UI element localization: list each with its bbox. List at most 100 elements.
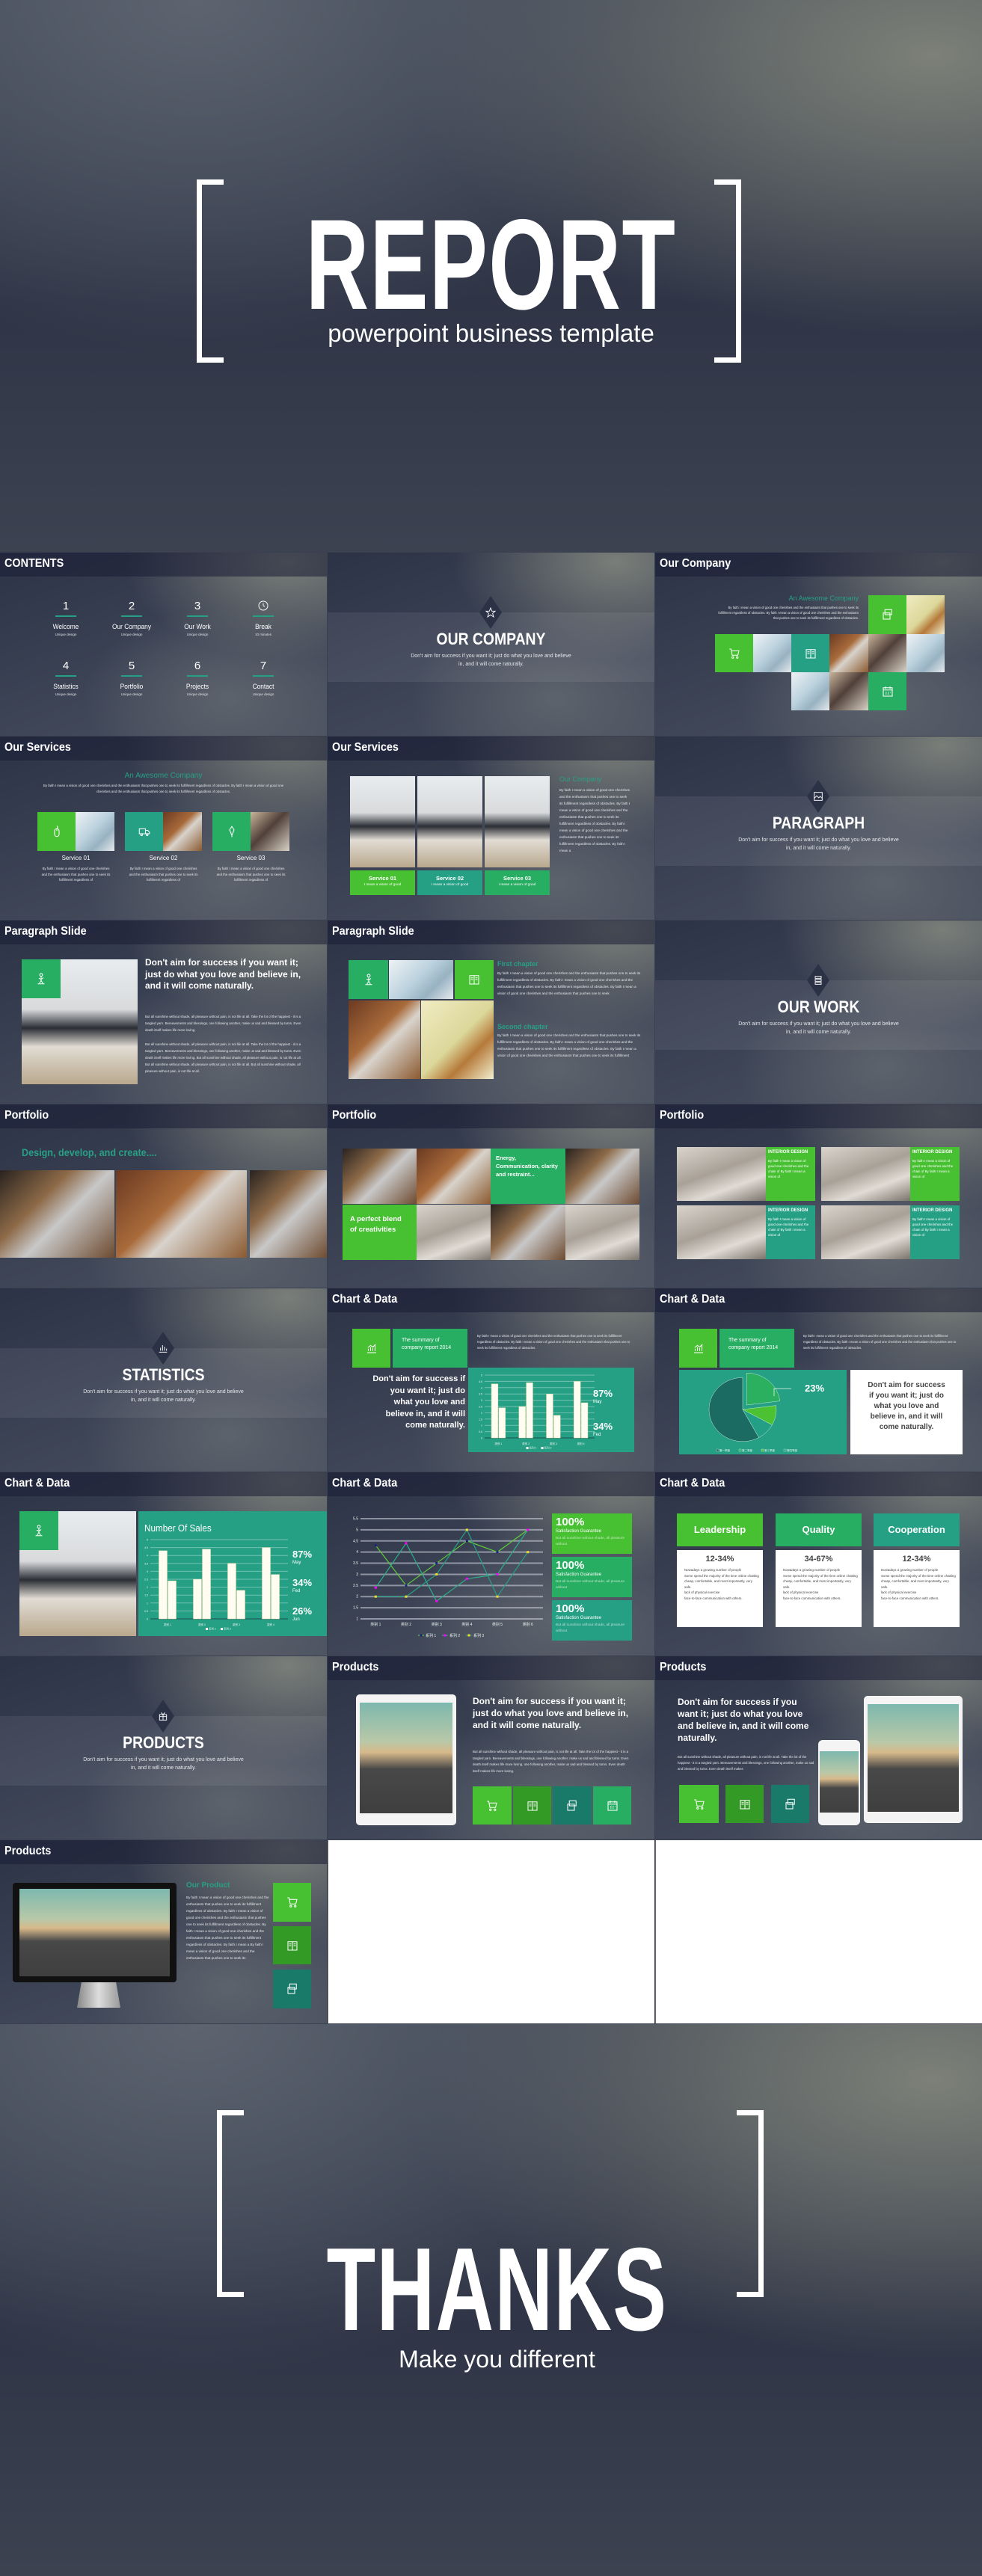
photo xyxy=(565,1205,639,1260)
marker-系列 1 xyxy=(435,1562,438,1565)
box-note: But all sunshine without shade, all plea… xyxy=(556,1623,625,1633)
legend-swatch xyxy=(738,1448,742,1452)
item-sub: Unique design xyxy=(55,633,77,636)
book-icon[interactable] xyxy=(513,1786,551,1825)
cards-icon[interactable] xyxy=(273,1970,311,2008)
tablet-mockup xyxy=(356,1694,456,1825)
person-icon xyxy=(19,1511,58,1550)
slide-section-products[interactable]: PRODUCTS Don't aim for success if you wa… xyxy=(0,1656,327,1839)
contents-item-break[interactable]: Break 10 minutes xyxy=(233,600,293,645)
bullet-item: Some spend the majority of the time onli… xyxy=(783,1573,858,1578)
slide-header: Paragraph Slide xyxy=(328,920,654,944)
bullet-item: face-to-face communication with others. xyxy=(881,1596,939,1600)
monitor-screen xyxy=(19,1889,170,1976)
photo xyxy=(829,634,868,672)
bullet-item: cheap, comfortable, and most importantly… xyxy=(881,1579,949,1589)
slide-portfolio-1[interactable]: Portfolio Design, develop, and create...… xyxy=(0,1104,327,1288)
bar-chart: 0 0.5 1 1.5 2 2.5 3 3.5 4 4.5 5 类别 1 类别 2 类别 3 类别 4 系列 … xyxy=(479,1374,595,1450)
service-button-2[interactable]: Service 02 I mean a vision of good xyxy=(417,870,482,895)
card-body: By faith I mean a vision of good one che… xyxy=(768,1217,809,1237)
legend-swatch xyxy=(526,1447,529,1449)
photo xyxy=(829,672,868,710)
item-underline xyxy=(253,615,274,617)
bullet-item: Nowadays a growing number of people xyxy=(783,1568,841,1572)
slide-portfolio-3[interactable]: Portfolio INTERIOR DESIGN By faith I mean… xyxy=(655,1104,982,1288)
cards-icon[interactable] xyxy=(771,1785,809,1823)
satisfaction-box: 100% Satisfaction Guarantee But all sunshi… xyxy=(552,1513,632,1554)
bullet-item: cheap, comfortable, and most importantly… xyxy=(684,1579,752,1589)
legend-label: 第三季度 xyxy=(764,1448,776,1452)
legend-swatch xyxy=(716,1448,719,1452)
gift-icon xyxy=(157,1710,169,1722)
slide-products-3[interactable]: Products Our Product By faith I mean a v… xyxy=(0,1840,327,2023)
slide-title: Our Services xyxy=(4,741,71,754)
slide-paragraph-1[interactable]: Paragraph Slide Don't aim for success if… xyxy=(0,920,327,1104)
service-button-3[interactable]: Service 03 I mean a vision of good xyxy=(485,870,550,895)
book-icon[interactable] xyxy=(725,1785,764,1823)
slide-header: Our Company xyxy=(655,553,982,577)
service-button-1[interactable]: Service 01 I mean a vision of good xyxy=(350,870,415,895)
services-heading: An Awesome Company xyxy=(124,772,203,780)
item-underline xyxy=(187,615,208,617)
y-tick-label: 1 xyxy=(147,1602,148,1605)
photo xyxy=(343,1149,417,1204)
slide-title: Portfolio xyxy=(332,1109,377,1122)
slide-products-2[interactable]: Products Don't aim for success if you wa… xyxy=(655,1656,982,1839)
slide-section-paragraph[interactable]: PARAGRAPH Don't aim for success if you w… xyxy=(655,737,982,920)
cards-icon[interactable] xyxy=(553,1786,592,1825)
legend-label: 系列 1 xyxy=(530,1446,537,1450)
slide-chart-1[interactable]: Chart & Data The summary of company repo… xyxy=(328,1288,654,1472)
contents-item-our-company[interactable]: 2 Our Company Unique design xyxy=(102,600,162,645)
bullet-item: lack of physical exercise xyxy=(783,1590,819,1594)
cart-icon[interactable] xyxy=(473,1786,512,1825)
section-subtitle: Don't aim for success if you want it; ju… xyxy=(738,1021,899,1035)
body-text: But all sunshine without shade, all plea… xyxy=(473,1750,629,1773)
item-number: 4 xyxy=(62,660,70,672)
legend-swatch xyxy=(783,1448,787,1452)
item-underline xyxy=(253,675,274,677)
slide-services-2[interactable]: Our Services Service 01 I mean a vision o… xyxy=(328,737,654,920)
photo xyxy=(565,1149,639,1204)
bullet-item: face-to-face communication with others. xyxy=(783,1596,841,1600)
x-tick-label: 类别 2 xyxy=(401,1622,411,1627)
section-title: PARAGRAPH xyxy=(772,814,865,832)
card-panel: INTERIOR DESIGN By faith I mean a vision … xyxy=(766,1205,815,1259)
bar-系列 1 xyxy=(262,1547,271,1620)
marker-系列 3 xyxy=(527,1551,530,1554)
slide-section-statistics[interactable]: STATISTICS Don't aim for success if you … xyxy=(0,1288,327,1472)
contents-item-statistics[interactable]: 4 Statistics Unique design xyxy=(36,660,96,704)
book-icon[interactable] xyxy=(273,1926,311,1964)
section-title: STATISTICS xyxy=(122,1365,205,1384)
slide-services-1[interactable]: Our Services An Awesome Company By faith… xyxy=(0,737,327,920)
photo xyxy=(491,1205,565,1260)
contents-item-portfolio[interactable]: 5 Portfolio Unique design xyxy=(102,660,162,704)
slide-section-our-company[interactable]: OUR COMPANY Don't aim for success if you… xyxy=(328,553,654,736)
bullet-item: Some spend the majority of the time onli… xyxy=(881,1573,956,1578)
summary-body: By faith I mean a vision of good one che… xyxy=(477,1334,630,1350)
contents-item-contact[interactable]: 7 Contact Unique design xyxy=(233,660,293,704)
slide-contents[interactable]: CONTENTS 1 Welcome Unique design 2 Our Compa… xyxy=(0,553,327,736)
cart-icon[interactable] xyxy=(273,1883,311,1922)
slide-chart-5[interactable]: Chart & Data Leadership 12-34% Nowadays a … xyxy=(655,1472,982,1656)
mouse-icon xyxy=(37,812,76,851)
slide-chart-4[interactable]: Chart & Data 1 1.5 2 2.5 3 3.5 4 4.5 5 5.5 类别 1 类别 … xyxy=(328,1472,654,1656)
calendar-icon[interactable] xyxy=(593,1786,631,1825)
slide-chart-2[interactable]: Chart & Data The summary of company repo… xyxy=(655,1288,982,1472)
slide-portfolio-2[interactable]: Portfolio Energy, Communication, clarity… xyxy=(328,1104,654,1288)
contents-item-projects[interactable]: 6 Projects Unique design xyxy=(168,660,227,704)
slide-our-company[interactable]: Our Company An Awesome Company By faith … xyxy=(655,553,982,736)
slide-paragraph-2[interactable]: Paragraph Slide First chapter By faith I… xyxy=(328,920,654,1104)
cart-icon[interactable] xyxy=(679,1785,719,1823)
contents-item-welcome[interactable]: 1 Welcome Unique design xyxy=(36,600,96,645)
bar-系列 1 xyxy=(159,1550,168,1620)
slide-chart-3[interactable]: Chart & Data Number Of Sales 0 0.5 1 1.5 2 2.… xyxy=(0,1472,327,1656)
marker-系列 3 xyxy=(374,1595,377,1598)
slide-section-our-work[interactable]: OUR WORK Don't aim for success if you wa… xyxy=(655,920,982,1104)
item-sub: Unique design xyxy=(55,692,77,696)
service-desc: I mean a vision of good xyxy=(363,883,402,887)
service-desc: By faith I mean a vision of good one che… xyxy=(216,867,286,882)
slide-products-1[interactable]: Products Don't aim for success if you wa… xyxy=(328,1656,654,1839)
contents-item-our-work[interactable]: 3 Our Work Unique design xyxy=(168,600,227,645)
slide-header: Portfolio xyxy=(0,1104,327,1128)
card-header: Leadership xyxy=(677,1513,763,1546)
